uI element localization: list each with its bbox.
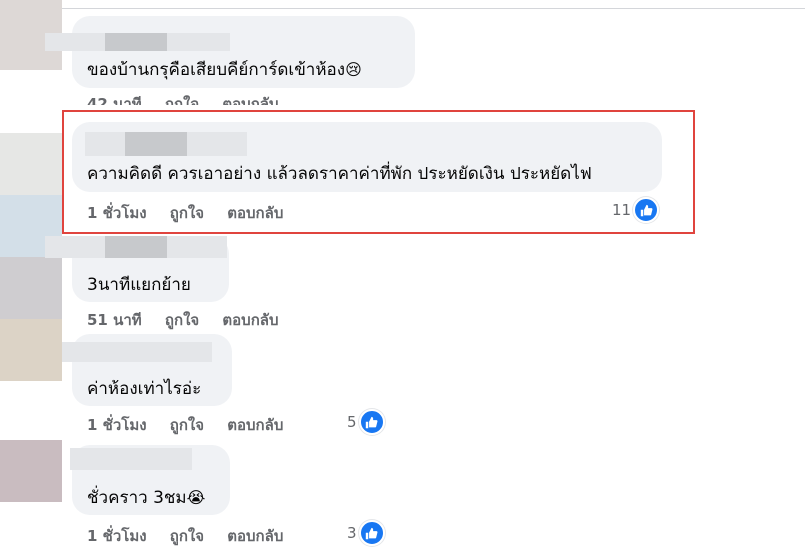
thumbs-up-icon [358,409,385,435]
comment-time[interactable]: 1 ชั่วโมง [87,413,147,437]
highlight-box [62,110,695,234]
comment-actions: 51 นาที ถูกใจ ตอบกลับ [87,308,279,332]
avatar[interactable] [0,257,62,319]
comment-time[interactable]: 51 นาที [87,308,142,332]
reaction-count-value: 3 [347,524,357,542]
comment-text: ชั่วคราว 3ชม😭 [87,488,206,508]
like-link[interactable]: ถูกใจ [170,524,204,548]
comment-actions: 42 นาที ถูกใจ ตอบกลับ [87,92,279,105]
reply-link[interactable]: ตอบกลับ [227,413,283,437]
comment-actions: 1 ชั่วโมง ถูกใจ ตอบกลับ [87,413,283,437]
like-link[interactable]: ถูกใจ [165,92,199,105]
reaction-count-value: 5 [347,413,357,431]
crying-face-icon: 😭 [186,488,206,507]
avatar[interactable] [0,133,62,195]
avatar[interactable] [0,319,62,381]
reaction-count[interactable]: 3 [347,520,385,546]
avatar[interactable] [0,440,62,502]
like-link[interactable]: ถูกใจ [165,308,199,332]
reply-link[interactable]: ตอบกลับ [227,524,283,548]
commenter-name[interactable] [62,342,212,362]
top-divider [60,0,805,9]
comment-actions: 1 ชั่วโมง ถูกใจ ตอบกลับ [87,524,283,548]
reply-link[interactable]: ตอบกลับ [222,308,278,332]
reply-link[interactable]: ตอบกลับ [222,92,278,105]
comment-time[interactable]: 42 นาที [87,92,142,105]
comment-text: ของบ้านกรุคือเสียบคีย์การ์ดเข้าห้อง😢 [87,60,362,80]
commenter-name[interactable] [105,33,167,51]
crying-face-icon: 😢 [345,60,362,79]
comment-text: 3นาทีแยกย้าย [87,275,191,295]
like-link[interactable]: ถูกใจ [170,413,204,437]
commenter-name[interactable] [70,448,192,470]
commenter-name[interactable] [105,236,167,258]
thumbs-up-icon [358,520,385,546]
comment-time[interactable]: 1 ชั่วโมง [87,524,147,548]
comment-text: ค่าห้องเท่าไรอ่ะ [87,379,202,399]
reaction-count[interactable]: 5 [347,409,385,435]
